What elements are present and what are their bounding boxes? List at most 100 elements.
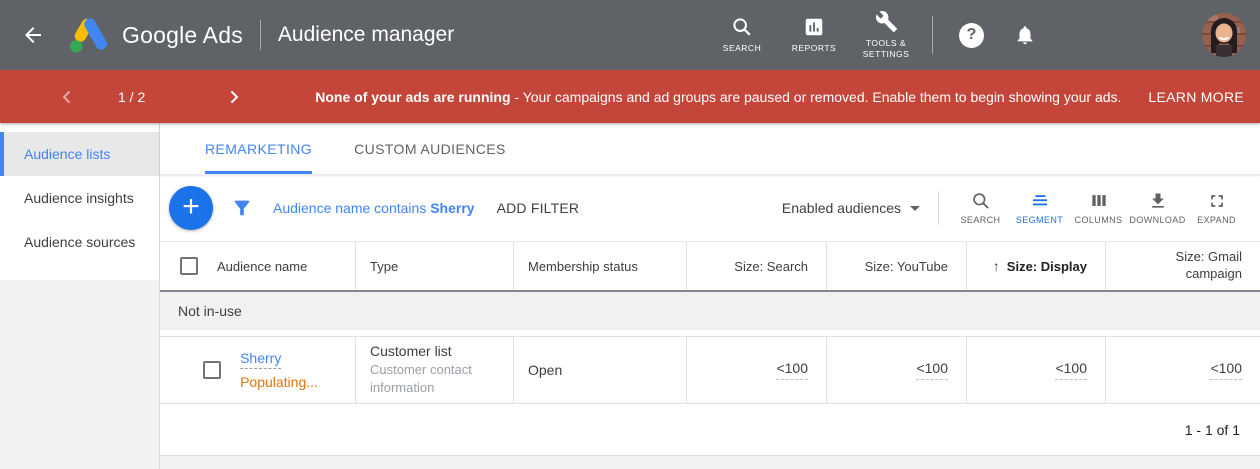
notifications-bell-icon[interactable] (1014, 24, 1036, 46)
download-button[interactable]: DOWNLOAD (1128, 191, 1187, 225)
cell-type: Customer list Customer contact informati… (355, 337, 513, 403)
row-checkbox[interactable] (203, 361, 221, 379)
cell-size-display: <100 (966, 337, 1105, 403)
next-alert-chevron-icon[interactable] (227, 89, 241, 105)
table-search-label: SEARCH (961, 215, 1001, 225)
audience-name-link[interactable]: Sherry (240, 350, 281, 369)
columns-button[interactable]: COLUMNS (1069, 191, 1128, 225)
download-label: DOWNLOAD (1129, 215, 1185, 225)
table-search-button[interactable]: SEARCH (951, 191, 1010, 225)
cell-size-search: <100 (686, 337, 826, 403)
alert-pager: 1 / 2 (118, 89, 145, 105)
segment-button[interactable]: SEGMENT (1010, 191, 1069, 225)
download-icon (1148, 191, 1168, 211)
search-button[interactable]: SEARCH (706, 16, 778, 54)
expand-icon (1207, 191, 1227, 211)
active-filter-chip[interactable]: Audience name contains Sherry (273, 200, 475, 216)
cell-audience-name: Sherry Populating... (160, 337, 355, 403)
previous-alert-chevron-icon[interactable] (60, 89, 74, 105)
table-header: Audience name Type Membership status Siz… (160, 241, 1260, 292)
alert-message-detail: - Your campaigns and ad groups are pause… (511, 89, 1122, 105)
top-app-bar: Google Ads Audience manager SEARCH REPOR… (0, 0, 1260, 70)
column-label: Size: Gmail campaign (1142, 249, 1242, 283)
chevron-down-icon (910, 206, 920, 211)
search-icon (731, 16, 753, 38)
wrench-icon (875, 10, 898, 33)
expand-label: EXPAND (1197, 215, 1236, 225)
name-block: Sherry Populating... (240, 350, 318, 390)
audience-view-dropdown-label: Enabled audiences (782, 200, 901, 216)
content-area: Audience lists Audience insights Audienc… (0, 123, 1260, 469)
columns-label: COLUMNS (1075, 215, 1123, 225)
column-label: Size: Display (1007, 259, 1087, 274)
sidebar-item-audience-insights[interactable]: Audience insights (0, 176, 159, 220)
topbar-separator (932, 16, 933, 54)
bar-chart-icon (803, 16, 825, 38)
google-ads-logo-icon[interactable] (68, 16, 110, 54)
column-header-audience-name[interactable]: Audience name (160, 242, 355, 290)
add-audience-button[interactable]: + (169, 186, 213, 230)
column-header-size-search[interactable]: Size: Search (686, 242, 826, 290)
tools-settings-label: TOOLS & SETTINGS (850, 38, 922, 59)
size-display-value[interactable]: <100 (1055, 360, 1087, 380)
help-icon[interactable]: ? (959, 23, 984, 48)
filter-condition: Audience name contains (273, 200, 430, 216)
column-label: Audience name (217, 259, 307, 274)
column-header-size-display[interactable]: ↑ Size: Display (966, 242, 1105, 290)
sidebar-nav: Audience lists Audience insights Audienc… (0, 123, 159, 280)
back-arrow-icon[interactable] (20, 22, 46, 48)
cell-size-gmail: <100 (1105, 337, 1260, 403)
alert-message-title: None of your ads are running (315, 89, 510, 105)
populating-status: Populating... (240, 374, 318, 390)
column-header-membership-status[interactable]: Membership status (513, 242, 686, 290)
left-sidebar: Audience lists Audience insights Audienc… (0, 123, 160, 469)
sort-ascending-icon: ↑ (993, 258, 1000, 274)
column-header-type[interactable]: Type (355, 242, 513, 290)
type-value: Customer list (370, 343, 499, 359)
sidebar-item-audience-sources[interactable]: Audience sources (0, 220, 159, 264)
columns-icon (1089, 191, 1109, 211)
alert-message: None of your ads are running - Your camp… (315, 89, 1121, 105)
filter-toolbar: + Audience name contains Sherry ADD FILT… (160, 175, 1260, 241)
brand-name: Google Ads (122, 22, 243, 49)
alert-banner: 1 / 2 None of your ads are running - You… (0, 70, 1260, 123)
cell-membership-status: Open (513, 337, 686, 403)
learn-more-link[interactable]: LEARN MORE (1148, 89, 1244, 105)
reports-label: REPORTS (792, 43, 836, 54)
tab-remarketing[interactable]: REMARKETING (205, 123, 312, 174)
page-title: Audience manager (278, 23, 454, 47)
column-header-size-gmail[interactable]: Size: Gmail campaign (1105, 242, 1260, 290)
search-label: SEARCH (723, 43, 761, 54)
column-header-size-youtube[interactable]: Size: YouTube (826, 242, 966, 290)
segment-icon (1030, 191, 1050, 211)
topbar-actions: SEARCH REPORTS TOOLS & SETTINGS ? (706, 10, 1260, 59)
size-search-value[interactable]: <100 (776, 360, 808, 380)
reports-button[interactable]: REPORTS (778, 16, 850, 54)
expand-button[interactable]: EXPAND (1187, 191, 1246, 225)
group-row-not-in-use: Not in-use (160, 292, 1260, 330)
search-icon (971, 191, 991, 211)
main-panel: REMARKETING CUSTOM AUDIENCES + Audience … (160, 123, 1260, 469)
size-gmail-value[interactable]: <100 (1210, 360, 1242, 380)
tools-settings-button[interactable]: TOOLS & SETTINGS (850, 10, 922, 59)
audience-view-dropdown[interactable]: Enabled audiences (782, 200, 920, 216)
select-all-checkbox[interactable] (180, 257, 198, 275)
sidebar-item-audience-lists[interactable]: Audience lists (0, 132, 159, 176)
cell-size-youtube: <100 (826, 337, 966, 403)
type-detail: Customer contact information (370, 361, 499, 396)
toolbar-right-group: Enabled audiences SEARCH SEGMENT (782, 191, 1246, 225)
table-pagination: 1 - 1 of 1 (160, 404, 1260, 455)
toolbar-separator (938, 191, 939, 225)
filter-value: Sherry (430, 200, 474, 216)
add-filter-button[interactable]: ADD FILTER (497, 200, 580, 216)
tab-bar: REMARKETING CUSTOM AUDIENCES (160, 123, 1260, 175)
tab-custom-audiences[interactable]: CUSTOM AUDIENCES (354, 123, 506, 174)
table-row: Sherry Populating... Customer list Custo… (160, 336, 1260, 404)
topbar-divider (260, 20, 261, 50)
segment-label: SEGMENT (1016, 215, 1063, 225)
membership-status-value: Open (528, 362, 672, 378)
filter-funnel-icon[interactable] (231, 197, 253, 219)
size-youtube-value[interactable]: <100 (916, 360, 948, 380)
page-background-filler (160, 455, 1260, 469)
user-avatar[interactable] (1202, 13, 1246, 57)
